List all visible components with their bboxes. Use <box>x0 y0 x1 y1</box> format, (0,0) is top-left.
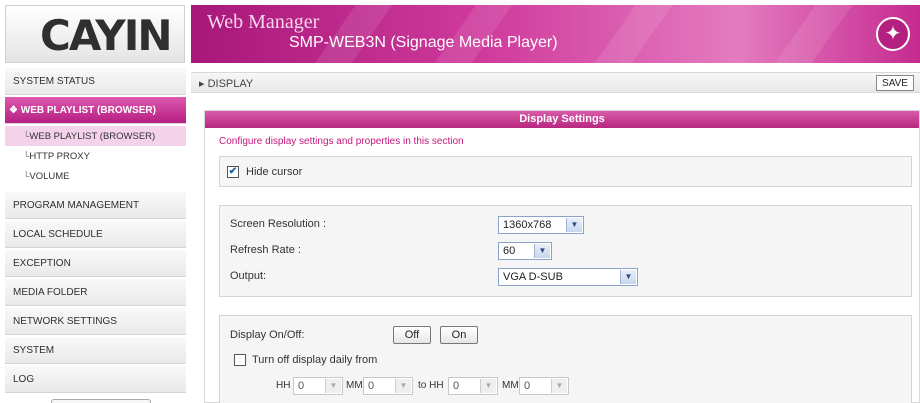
diamond-icon: ❖ <box>9 105 18 116</box>
save-button[interactable]: SAVE <box>876 75 914 91</box>
from-hh-label: HH <box>276 380 291 391</box>
output-select[interactable]: VGA D-SUB ▼ <box>498 268 638 286</box>
sidebar-subitem-web-playlist[interactable]: └WEB PLAYLIST (BROWSER) <box>5 126 186 146</box>
panel-description: Configure display settings and propertie… <box>219 136 464 147</box>
display-onoff-label: Display On/Off: <box>230 329 305 341</box>
sidebar-item-media-folder[interactable]: MEDIA FOLDER <box>5 279 186 306</box>
display-off-button[interactable]: Off <box>393 326 431 344</box>
turn-off-daily-label: Turn off display daily from <box>252 354 378 366</box>
sidebar-item-system[interactable]: SYSTEM <box>5 337 186 364</box>
logo: CAYIN <box>5 5 185 63</box>
display-on-button[interactable]: On <box>440 326 478 344</box>
sidebar-subitem-http-proxy[interactable]: └HTTP PROXY <box>5 146 186 166</box>
chevron-down-icon: ▼ <box>395 379 411 393</box>
from-minute-select[interactable]: 0 ▼ <box>363 377 413 395</box>
display-settings-panel: Display Settings Configure display setti… <box>204 110 920 403</box>
to-hour-select[interactable]: 0 ▼ <box>448 377 498 395</box>
chevron-down-icon: ▼ <box>620 270 636 284</box>
sidebar-submenu: └WEB PLAYLIST (BROWSER) └HTTP PROXY └VOL… <box>5 124 186 192</box>
breadcrumb: ▸ DISPLAY <box>199 78 254 90</box>
chevron-down-icon: ▼ <box>566 218 582 232</box>
sidebar-item-system-status[interactable]: SYSTEM STATUS <box>5 68 186 95</box>
refresh-rate-label: Refresh Rate : <box>230 244 301 256</box>
sidebar-item-log[interactable]: LOG <box>5 366 186 393</box>
sidebar-subitem-volume[interactable]: └VOLUME <box>5 166 186 186</box>
screen-resolution-label: Screen Resolution : <box>230 218 326 230</box>
chevron-down-icon: ▼ <box>534 244 550 258</box>
from-mm-label: MM <box>346 380 363 391</box>
sidebar-item-local-schedule[interactable]: LOCAL SCHEDULE <box>5 221 186 248</box>
turn-off-daily-checkbox[interactable] <box>234 354 246 366</box>
resolution-section: Screen Resolution : 1360x768 ▼ Refresh R… <box>219 205 912 297</box>
display-onoff-section: Display On/Off: Off On Turn off display … <box>219 315 912 403</box>
sidebar-bottom-button[interactable] <box>51 399 151 403</box>
refresh-rate-select[interactable]: 60 ▼ <box>498 242 552 260</box>
screen-resolution-select[interactable]: 1360x768 ▼ <box>498 216 584 234</box>
sidebar: SYSTEM STATUS ❖ WEB PLAYLIST (BROWSER) └… <box>5 68 186 403</box>
device-name: SMP-WEB3N (Signage Media Player) <box>289 34 558 51</box>
chevron-down-icon: ▼ <box>480 379 496 393</box>
to-hh-label: to HH <box>418 380 444 391</box>
hide-cursor-checkbox[interactable]: ✔ <box>227 166 239 178</box>
from-hour-select[interactable]: 0 ▼ <box>293 377 343 395</box>
to-minute-select[interactable]: 0 ▼ <box>519 377 569 395</box>
chevron-down-icon: ▼ <box>325 379 341 393</box>
output-label: Output: <box>230 270 267 282</box>
logo-text: CAYIN <box>40 11 172 60</box>
sidebar-item-network-settings[interactable]: NETWORK SETTINGS <box>5 308 186 335</box>
star-magic-icon[interactable]: ✦ <box>876 17 910 51</box>
sidebar-item-exception[interactable]: EXCEPTION <box>5 250 186 277</box>
hide-cursor-section: ✔ Hide cursor <box>219 156 912 187</box>
header-banner: Web Manager SMP-WEB3N (Signage Media Pla… <box>191 5 920 63</box>
sidebar-item-web-playlist[interactable]: ❖ WEB PLAYLIST (BROWSER) <box>5 97 186 124</box>
hide-cursor-label: Hide cursor <box>246 166 303 178</box>
to-mm-label: MM <box>502 380 519 391</box>
breadcrumb-bar: ▸ DISPLAY SAVE <box>191 72 920 93</box>
panel-title: Display Settings <box>205 111 919 128</box>
chevron-down-icon: ▼ <box>551 379 567 393</box>
app-title: Web Manager <box>207 11 320 33</box>
triangle-right-icon: ▸ <box>199 78 205 90</box>
sidebar-item-program-management[interactable]: PROGRAM MANAGEMENT <box>5 192 186 219</box>
